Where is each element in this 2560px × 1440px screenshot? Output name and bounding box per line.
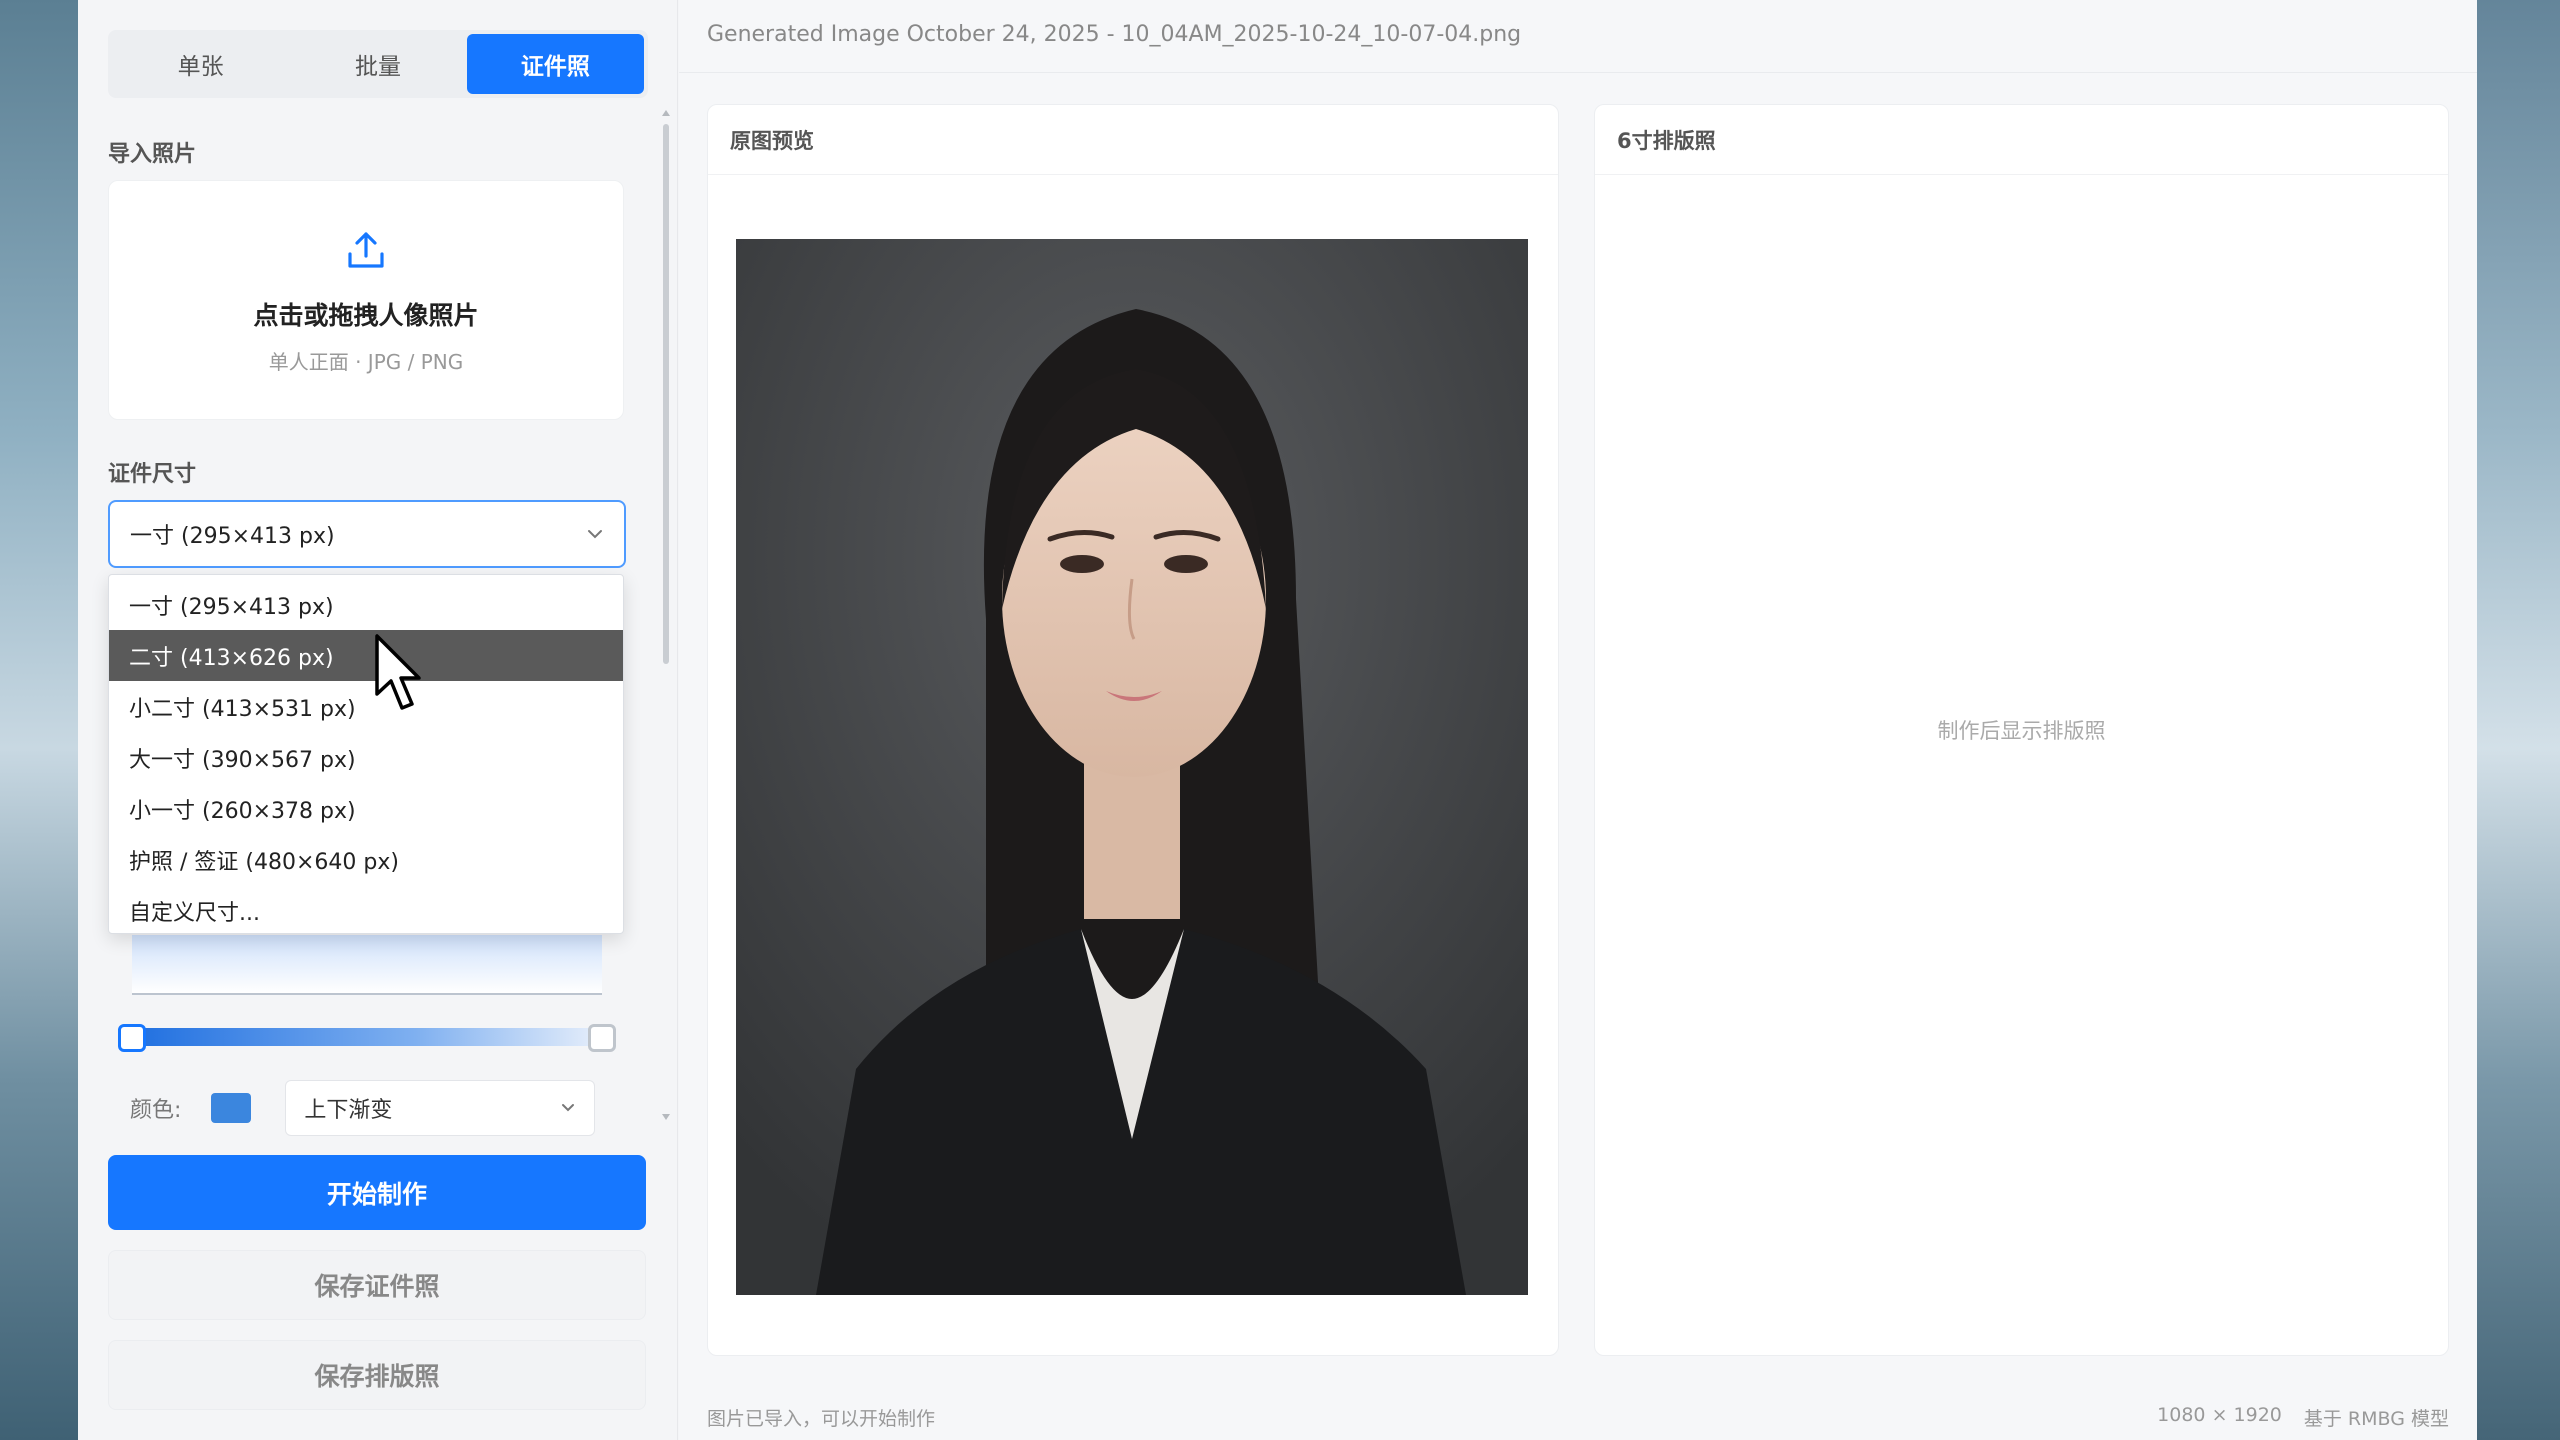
color-swatch[interactable] [211, 1093, 252, 1123]
import-section-label: 导入照片 [108, 142, 197, 167]
scroll-down-arrow-icon[interactable] [662, 1114, 670, 1120]
file-title: Generated Image October 24, 2025 - 10_04… [707, 22, 1522, 47]
gradient-slider-handle-start[interactable] [118, 1024, 146, 1052]
upload-dropzone[interactable]: 点击或拖拽人像照片 单人正面 · JPG / PNG [108, 180, 624, 420]
layout-panel: 6寸排版照 制作后显示排版照 [1594, 104, 2449, 1356]
tab-id-photo[interactable]: 证件照 [466, 34, 644, 94]
image-dimensions: 1080 × 1920 [2157, 1404, 2282, 1426]
chevron-down-icon [588, 530, 602, 539]
start-button[interactable]: 开始制作 [108, 1155, 646, 1230]
model-info: 基于 RMBG 模型 [2303, 1408, 2449, 1430]
main-area: Generated Image October 24, 2025 - 10_04… [679, 0, 2477, 1440]
mouse-cursor-icon [375, 634, 421, 710]
tab-batch[interactable]: 批量 [289, 34, 466, 94]
sidebar-scrollbar[interactable] [661, 110, 671, 1120]
gradient-mode-value: 上下渐变 [304, 1098, 393, 1123]
save-id-photo-button[interactable]: 保存证件照 [108, 1250, 646, 1320]
size-dropdown-menu: 一寸 (295×413 px) 二寸 (413×626 px) 小二寸 (413… [108, 574, 624, 934]
tab-single[interactable]: 单张 [112, 34, 289, 94]
app-window: 单张 批量 证件照 导入照片 点击或拖拽人像照片 单人正面 · JPG / PN… [78, 0, 2477, 1440]
size-option-custom[interactable]: 自定义尺寸... [109, 885, 623, 936]
sidebar: 单张 批量 证件照 导入照片 点击或拖拽人像照片 单人正面 · JPG / PN… [78, 0, 678, 1440]
original-preview-panel: 原图预览 [707, 104, 1559, 1356]
gradient-slider-track[interactable] [130, 1028, 606, 1046]
mode-tabs: 单张 批量 证件照 [108, 30, 648, 98]
size-option[interactable]: 小二寸 (413×531 px) [109, 681, 623, 732]
desktop-background-right [2477, 0, 2560, 1440]
upload-icon [348, 231, 384, 268]
desktop-background-left [0, 0, 78, 1440]
upload-sub-text: 单人正面 · JPG / PNG [268, 349, 464, 374]
size-select[interactable]: 一寸 (295×413 px) [108, 500, 626, 568]
size-select-value: 一寸 (295×413 px) [130, 524, 335, 549]
color-row: 颜色: 上下渐变 [130, 1080, 596, 1136]
chevron-down-icon [562, 1104, 575, 1112]
save-layout-button[interactable]: 保存排版照 [108, 1340, 646, 1410]
color-label: 颜色: [130, 1098, 182, 1123]
gradient-slider-handle-end[interactable] [588, 1024, 616, 1052]
status-info: 1080 × 1920 基于 RMBG 模型 [2157, 1404, 2449, 1431]
gradient-preview [132, 935, 602, 995]
size-option[interactable]: 大一寸 (390×567 px) [109, 732, 623, 783]
size-option[interactable]: 护照 / 签证 (480×640 px) [109, 834, 623, 885]
size-option[interactable]: 一寸 (295×413 px) [109, 579, 623, 630]
layout-placeholder-text: 制作后显示排版照 [1937, 719, 2106, 743]
scroll-up-arrow-icon[interactable] [662, 110, 670, 116]
title-divider [679, 72, 2477, 73]
original-photo [736, 239, 1528, 1295]
size-option[interactable]: 小一寸 (260×378 px) [109, 783, 623, 834]
gradient-mode-select[interactable]: 上下渐变 [285, 1080, 596, 1136]
size-option[interactable]: 二寸 (413×626 px) [109, 630, 623, 681]
portrait-photo [736, 239, 1528, 1295]
upload-main-text: 点击或拖拽人像照片 [253, 300, 479, 330]
size-section-label: 证件尺寸 [108, 462, 197, 487]
original-panel-title: 原图预览 [708, 105, 1558, 175]
scrollbar-thumb[interactable] [663, 124, 669, 664]
status-message: 图片已导入，可以开始制作 [707, 1408, 936, 1430]
